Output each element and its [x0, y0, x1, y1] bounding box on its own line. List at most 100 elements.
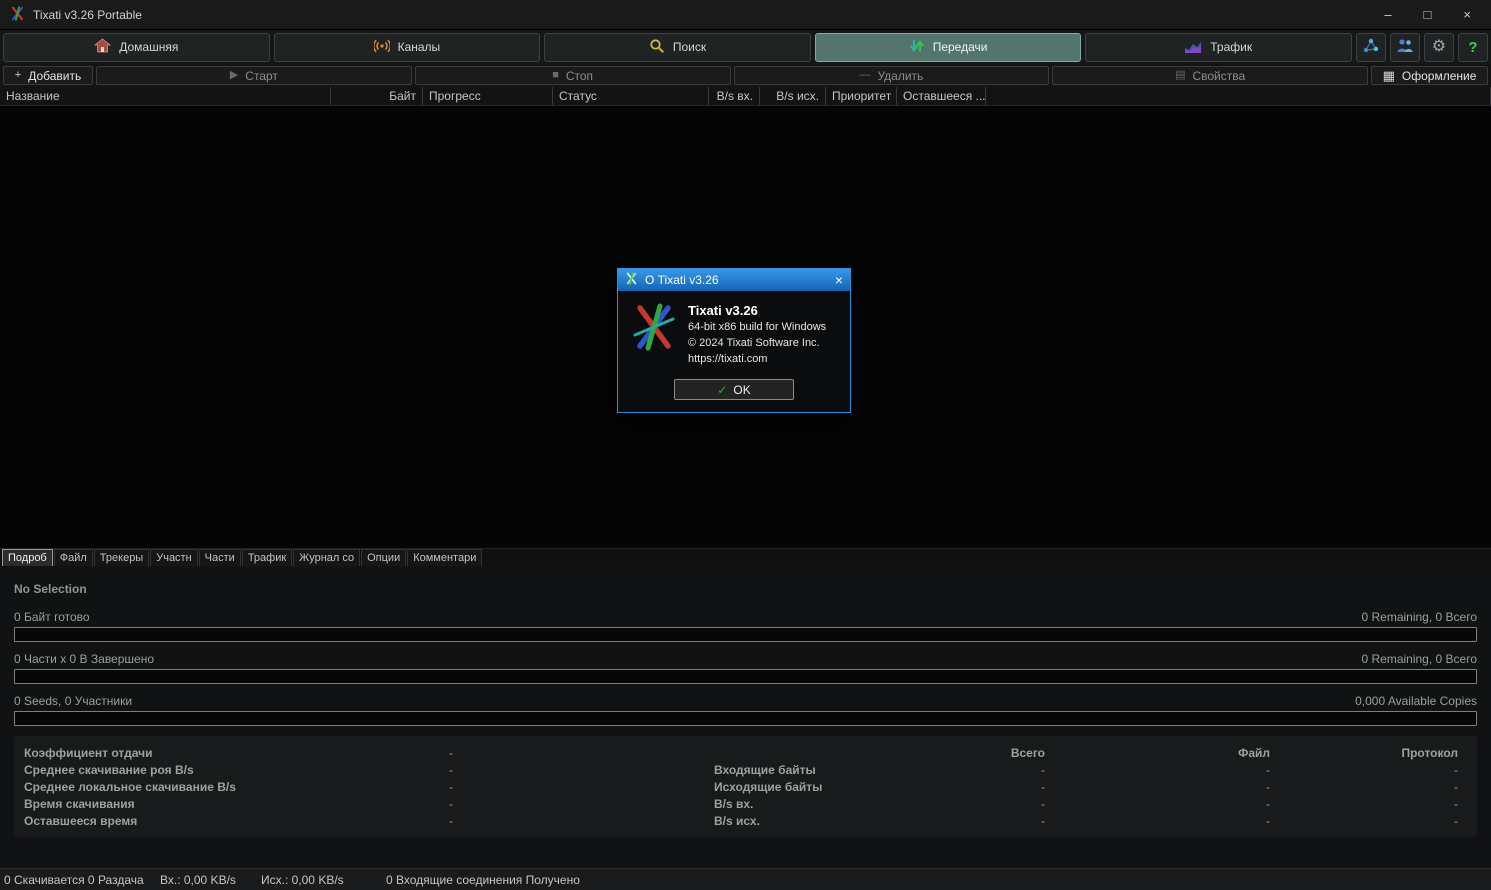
action-toolbar: + Добавить ▶ Старт ■ Стоп — Удалить ▤ Св…	[0, 64, 1491, 87]
about-dialog-titlebar: О Tixati v3.26 ×	[618, 269, 850, 291]
remove-button[interactable]: — Удалить	[733, 66, 1050, 85]
about-copyright: © 2024 Tixati Software Inc.	[688, 337, 820, 349]
close-button[interactable]: ×	[1463, 7, 1471, 22]
detail-tab-options[interactable]: Опции	[361, 549, 407, 566]
bytes-progress-labels: 0 Байт готово 0 Remaining, 0 Всего	[14, 610, 1477, 624]
traffic-chart-icon	[1185, 39, 1202, 56]
layout-button[interactable]: ▦ Оформление	[1371, 66, 1488, 85]
column-header-remaining[interactable]: Оставшееся ...	[897, 87, 986, 105]
peers-button[interactable]	[1389, 32, 1420, 62]
peers-icon	[1396, 38, 1414, 56]
stats-row: Среднее скачивание роя B/s - Входящие ба…	[24, 761, 1467, 778]
broadcast-icon	[372, 38, 391, 57]
statusbar-outgoing-rate: Исх.: 0,00 KB/s	[261, 872, 344, 887]
about-dialog: О Tixati v3.26 × Tixati v3.26 64-bit x86…	[617, 268, 851, 413]
stats-col-file: Файл	[1238, 745, 1270, 760]
dht-network-button[interactable]	[1355, 32, 1386, 62]
detail-tab-trackers[interactable]: Трекеры	[93, 549, 150, 566]
plus-icon: +	[14, 69, 22, 81]
bs-in-label: B/s вх.	[714, 796, 754, 811]
window-controls: – □ ×	[1384, 7, 1481, 22]
add-button[interactable]: + Добавить	[3, 66, 93, 85]
stop-icon: ■	[552, 69, 559, 81]
bytes-remaining-label: 0 Remaining, 0 Всего	[1361, 610, 1477, 624]
swarm-avg-value: -	[449, 762, 453, 777]
help-button[interactable]: ?	[1457, 32, 1488, 62]
availability-bar	[14, 711, 1477, 726]
layout-grid-icon: ▦	[1382, 68, 1395, 83]
nav-tab-traffic[interactable]: Трафик	[1085, 32, 1352, 62]
share-ratio-value: -	[449, 745, 453, 760]
statusbar-incoming-rate: Вх.: 0,00 KB/s	[160, 872, 236, 887]
bs-out-total: -	[1041, 813, 1045, 828]
column-header-priority[interactable]: Приоритет	[826, 87, 897, 105]
detail-tab-eventlog[interactable]: Журнал со	[293, 549, 361, 566]
pieces-done-label: 0 Части x 0 В Завершено	[14, 652, 155, 666]
about-dialog-title: О Tixati v3.26	[645, 273, 719, 287]
properties-button[interactable]: ▤ Свойства	[1052, 66, 1368, 85]
column-header-progress[interactable]: Прогресс	[423, 87, 553, 105]
dialog-close-icon[interactable]: ×	[835, 273, 843, 287]
app-window: Tixati v3.26 Portable – □ × Домашняя Кан…	[0, 0, 1491, 890]
stats-row: Коэффициент отдачи - Всего Файл Протокол	[24, 744, 1467, 761]
column-header-bytes[interactable]: Байт	[331, 87, 423, 105]
detail-tab-files[interactable]: Файл	[53, 549, 93, 566]
bs-out-label: B/s исх.	[714, 813, 760, 828]
column-header-name[interactable]: Название	[0, 87, 331, 105]
seeds-peers-label: 0 Seeds, 0 Участники	[14, 694, 133, 708]
detail-tab-pieces[interactable]: Части	[198, 549, 241, 566]
minus-icon: —	[859, 69, 871, 81]
detail-tab-peers[interactable]: Участн	[150, 549, 198, 566]
nav-tab-home[interactable]: Домашняя	[3, 32, 270, 62]
nav-tab-transfers[interactable]: Передачи	[814, 32, 1082, 62]
stop-button[interactable]: ■ Стоп	[414, 66, 731, 85]
details-panel: No Selection 0 Байт готово 0 Remaining, …	[0, 566, 1491, 868]
stats-table: Коэффициент отдачи - Всего Файл Протокол…	[14, 736, 1477, 837]
add-button-label: Добавить	[28, 68, 82, 83]
bytes-out-label: Исходящие байты	[714, 779, 823, 794]
bs-out-protocol: -	[1454, 813, 1458, 828]
pieces-progress-bar	[14, 669, 1477, 684]
pieces-remaining-label: 0 Remaining, 0 Всего	[1361, 652, 1477, 666]
nav-tab-label: Домашняя	[119, 40, 179, 54]
nav-tab-search[interactable]: Поиск	[544, 32, 811, 62]
bytes-in-file: -	[1266, 762, 1270, 777]
local-avg-label: Среднее локальное скачивание B/s	[24, 779, 236, 794]
detail-tab-comments[interactable]: Комментари	[407, 549, 483, 566]
start-button[interactable]: ▶ Старт	[96, 66, 412, 85]
column-header-bs-in[interactable]: B/s вх.	[709, 87, 760, 105]
detail-tab-traffic[interactable]: Трафик	[241, 549, 293, 566]
about-website-link[interactable]: https://tixati.com	[688, 351, 826, 367]
nav-tab-label: Трафик	[1210, 40, 1253, 54]
column-header-bs-out[interactable]: B/s исх.	[760, 87, 826, 105]
minimize-button[interactable]: –	[1384, 7, 1391, 22]
titlebar: Tixati v3.26 Portable – □ ×	[0, 0, 1491, 30]
stats-row: Оставшееся время - B/s исх. - - -	[24, 812, 1467, 829]
maximize-button[interactable]: □	[1424, 7, 1432, 22]
bytes-in-label: Входящие байты	[714, 762, 816, 777]
home-icon	[94, 38, 112, 56]
transfers-arrows-icon	[909, 38, 925, 57]
swarm-avg-label: Среднее скачивание роя B/s	[24, 762, 194, 777]
statusbar-transfers: 0 Скачивается 0 Раздача	[4, 872, 144, 887]
window-title: Tixati v3.26 Portable	[33, 7, 142, 22]
column-header-status[interactable]: Статус	[553, 87, 709, 105]
remove-button-label: Удалить	[877, 68, 924, 83]
nav-tab-channels[interactable]: Каналы	[273, 32, 541, 62]
download-time-label: Время скачивания	[24, 796, 135, 811]
main-nav: Домашняя Каналы Поиск Передачи Трафик ⚙ …	[0, 30, 1491, 64]
download-time-value: -	[449, 796, 453, 811]
bytes-in-protocol: -	[1454, 762, 1458, 777]
settings-button[interactable]: ⚙	[1423, 32, 1454, 62]
ok-button[interactable]: ✓ OK	[674, 379, 794, 400]
stats-col-protocol: Протокол	[1401, 745, 1458, 760]
properties-icon: ▤	[1175, 69, 1186, 81]
detail-tab-details[interactable]: Подроб	[2, 549, 53, 566]
no-selection-label: No Selection	[14, 582, 87, 596]
properties-button-label: Свойства	[1192, 68, 1246, 83]
stats-col-total: Всего	[1010, 745, 1045, 760]
stats-row: Время скачивания - B/s вх. - - -	[24, 795, 1467, 812]
start-button-label: Старт	[245, 68, 278, 83]
time-remaining-value: -	[449, 813, 453, 828]
nav-tab-label: Каналы	[397, 40, 441, 54]
